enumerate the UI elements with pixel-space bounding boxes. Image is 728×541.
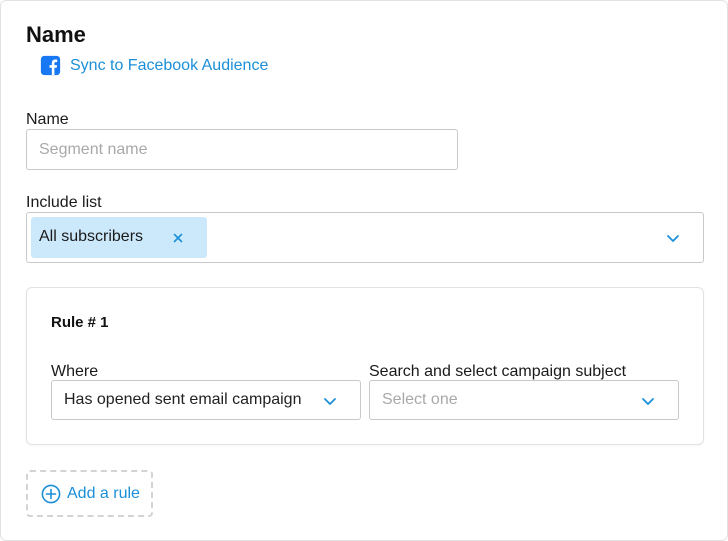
close-icon <box>173 233 183 243</box>
segment-name-input[interactable] <box>26 129 458 170</box>
rule-card: Rule # 1 Where Has opened sent email cam… <box>26 287 704 445</box>
sync-link-label: Sync to Facebook Audience <box>70 56 269 74</box>
where-select-value: Has opened sent email campaign <box>64 391 302 408</box>
campaign-subject-placeholder: Select one <box>382 391 458 408</box>
add-rule-button[interactable]: Add a rule <box>26 470 153 517</box>
include-list-select[interactable]: All subscribers <box>26 212 704 263</box>
selected-list-chip: All subscribers <box>31 217 207 258</box>
page-title: Name <box>26 22 86 47</box>
campaign-subject-select[interactable]: Select one <box>369 380 679 420</box>
sync-facebook-audience-link[interactable]: Sync to Facebook Audience <box>40 55 268 76</box>
facebook-icon <box>40 55 61 76</box>
rule-title: Rule # 1 <box>51 314 109 331</box>
where-label: Where <box>51 363 99 380</box>
plus-circle-icon <box>41 484 61 503</box>
segment-form-card: Name Sync to Facebook Audience Name Incl… <box>0 0 728 541</box>
chip-label: All subscribers <box>39 228 144 245</box>
add-rule-label: Add a rule <box>67 484 140 502</box>
chip-remove-button[interactable] <box>169 229 187 247</box>
name-field-label: Name <box>26 111 69 128</box>
include-list-label: Include list <box>26 194 102 211</box>
where-select[interactable]: Has opened sent email campaign <box>51 380 361 420</box>
chevron-down-icon[interactable] <box>666 234 680 243</box>
chevron-down-icon <box>642 398 654 405</box>
campaign-subject-label: Search and select campaign subject <box>369 363 627 380</box>
chevron-down-icon <box>324 398 336 405</box>
